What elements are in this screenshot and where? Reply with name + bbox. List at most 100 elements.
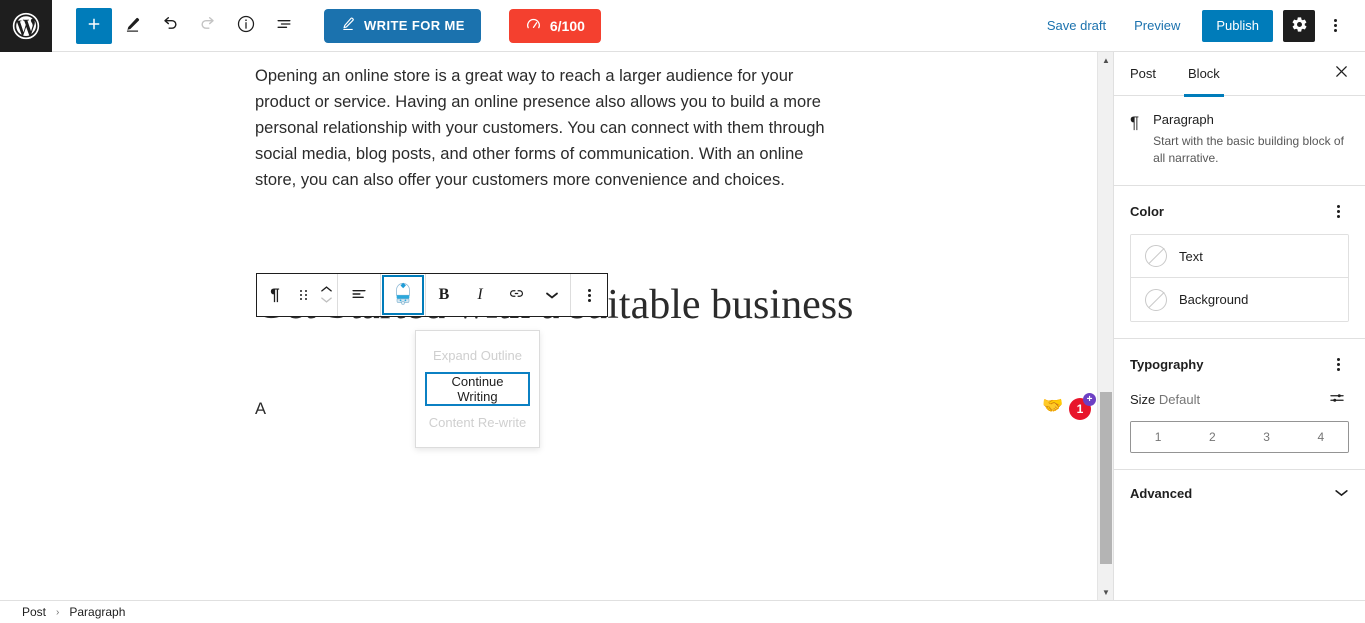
plus-icon xyxy=(85,15,103,36)
color-row-text[interactable]: Text xyxy=(1131,235,1348,278)
publish-button[interactable]: Publish xyxy=(1202,9,1273,42)
align-left-icon xyxy=(349,284,369,307)
seo-score-label: 6/100 xyxy=(549,17,585,34)
edit-tool-button[interactable] xyxy=(114,8,150,44)
advanced-section-toggle[interactable]: Advanced xyxy=(1114,469,1365,517)
ai-menu-item-content-rewrite[interactable]: Content Re-write xyxy=(416,406,539,439)
more-formatting-button[interactable] xyxy=(534,274,570,316)
color-section: Color Text Background xyxy=(1114,186,1365,339)
redo-button[interactable] xyxy=(190,8,226,44)
color-options-button[interactable] xyxy=(1327,200,1349,222)
size-word: Size xyxy=(1130,391,1156,407)
details-button[interactable] xyxy=(228,8,264,44)
color-background-label: Background xyxy=(1179,292,1249,307)
kebab-menu-icon xyxy=(1333,19,1337,32)
undo-button[interactable] xyxy=(152,8,188,44)
drag-handle-button[interactable] xyxy=(293,274,315,316)
align-text-button[interactable] xyxy=(338,274,380,316)
size-value: Default xyxy=(1158,391,1201,407)
color-section-header: Color xyxy=(1130,200,1349,222)
sliders-icon xyxy=(1328,389,1346,410)
block-description: Start with the basic building block of a… xyxy=(1153,134,1344,165)
wordpress-logo-button[interactable] xyxy=(0,0,52,52)
drag-dots-icon xyxy=(300,290,308,300)
chevron-down-icon xyxy=(1334,486,1349,501)
paragraph-pilcrow-icon: ¶ xyxy=(1130,113,1140,132)
typography-section-title: Typography xyxy=(1130,356,1204,372)
typography-section-header: Typography xyxy=(1130,353,1349,375)
info-circle-icon xyxy=(236,14,256,37)
sidebar-tabs: Post Block xyxy=(1114,52,1365,97)
font-size-2-button[interactable]: 2 xyxy=(1185,422,1240,452)
ai-menu-item-expand-outline[interactable]: Expand Outline xyxy=(416,339,539,372)
list-view-icon xyxy=(274,14,294,37)
scrollbar-thumb[interactable] xyxy=(1100,392,1112,564)
tab-post[interactable]: Post xyxy=(1114,52,1172,96)
italic-button[interactable]: I xyxy=(462,274,498,316)
ai-menu-item-continue-writing[interactable]: Continue Writing xyxy=(425,372,530,406)
block-title: Paragraph xyxy=(1153,112,1214,127)
post-content[interactable]: Opening an online store is a great way t… xyxy=(0,52,1097,600)
breadcrumb-paragraph[interactable]: Paragraph xyxy=(69,605,125,619)
pilcrow-icon: ¶ xyxy=(270,285,280,304)
notification-badge[interactable]: 1 + xyxy=(1069,393,1096,420)
write-for-me-button[interactable]: WRITE FOR ME xyxy=(324,8,481,43)
link-icon xyxy=(507,284,526,306)
color-row-background[interactable]: Background xyxy=(1131,278,1348,321)
font-size-1-button[interactable]: 1 xyxy=(1131,422,1186,452)
pen-underline-icon xyxy=(340,16,356,35)
save-draft-button[interactable]: Save draft xyxy=(1035,10,1118,41)
kebab-menu-icon xyxy=(1336,357,1340,361)
active-paragraph-block[interactable]: A xyxy=(255,397,266,421)
scroll-down-arrow-icon[interactable]: ▼ xyxy=(1098,584,1114,600)
italic-icon: I xyxy=(477,286,483,303)
chevron-down-icon xyxy=(320,296,333,306)
block-toolbar-group-ai xyxy=(381,274,426,316)
wordpress-logo-icon xyxy=(12,12,40,40)
block-toolbar-group-format: B I xyxy=(426,274,571,316)
breadcrumb-separator-icon: › xyxy=(56,606,60,618)
add-plus-icon[interactable]: + xyxy=(1083,393,1096,406)
link-button[interactable] xyxy=(498,274,534,316)
block-toolbar-group-type: ¶ xyxy=(257,274,338,316)
handshake-emoji-icon: 🤝 xyxy=(1042,396,1064,415)
breadcrumb-post[interactable]: Post xyxy=(22,605,46,619)
block-toolbar-group-align xyxy=(338,274,381,316)
typography-options-button[interactable] xyxy=(1327,353,1349,375)
block-options-button[interactable] xyxy=(571,274,607,316)
add-block-button[interactable] xyxy=(76,7,112,44)
color-section-title: Color xyxy=(1130,203,1164,219)
block-info-card: ¶ Paragraph Start with the basic buildin… xyxy=(1114,96,1365,186)
settings-button[interactable] xyxy=(1283,9,1315,42)
move-block-button[interactable] xyxy=(315,274,337,316)
undo-arrow-icon xyxy=(160,14,180,37)
close-x-icon xyxy=(1334,64,1349,84)
ai-assistant-button[interactable] xyxy=(381,274,425,316)
chevron-down-icon xyxy=(545,288,559,303)
more-options-button[interactable] xyxy=(1319,10,1351,42)
top-bar-actions: Save draft Preview Publish xyxy=(1035,9,1365,42)
pencil-icon xyxy=(123,15,142,37)
font-size-custom-toggle[interactable] xyxy=(1325,387,1349,411)
tab-block[interactable]: Block xyxy=(1172,52,1236,97)
kebab-menu-icon xyxy=(1336,204,1340,208)
font-size-4-button[interactable]: 4 xyxy=(1293,422,1348,452)
redo-arrow-icon xyxy=(198,14,218,37)
block-type-paragraph-button[interactable]: ¶ xyxy=(257,274,293,316)
typography-section: Typography Size Default 1 2 3 4 xyxy=(1114,339,1365,469)
list-view-button[interactable] xyxy=(266,8,302,44)
preview-button[interactable]: Preview xyxy=(1122,10,1192,41)
editor-scrollbar[interactable]: ▲ ▼ xyxy=(1097,52,1113,600)
write-for-me-label: WRITE FOR ME xyxy=(364,18,465,33)
close-sidebar-button[interactable] xyxy=(1327,60,1355,88)
color-text-label: Text xyxy=(1179,248,1203,264)
gauge-icon xyxy=(525,16,542,36)
font-size-row: Size Default xyxy=(1130,387,1349,411)
scroll-up-arrow-icon[interactable]: ▲ xyxy=(1098,52,1114,68)
block-breadcrumb-bar: Post › Paragraph xyxy=(0,600,1365,623)
empty-swatch-icon xyxy=(1145,245,1167,267)
seo-score-badge[interactable]: 6/100 xyxy=(508,8,601,43)
bold-button[interactable]: B xyxy=(426,274,462,316)
font-size-3-button[interactable]: 3 xyxy=(1239,422,1294,452)
paragraph-block-body[interactable]: Opening an online store is a great way t… xyxy=(255,63,847,193)
